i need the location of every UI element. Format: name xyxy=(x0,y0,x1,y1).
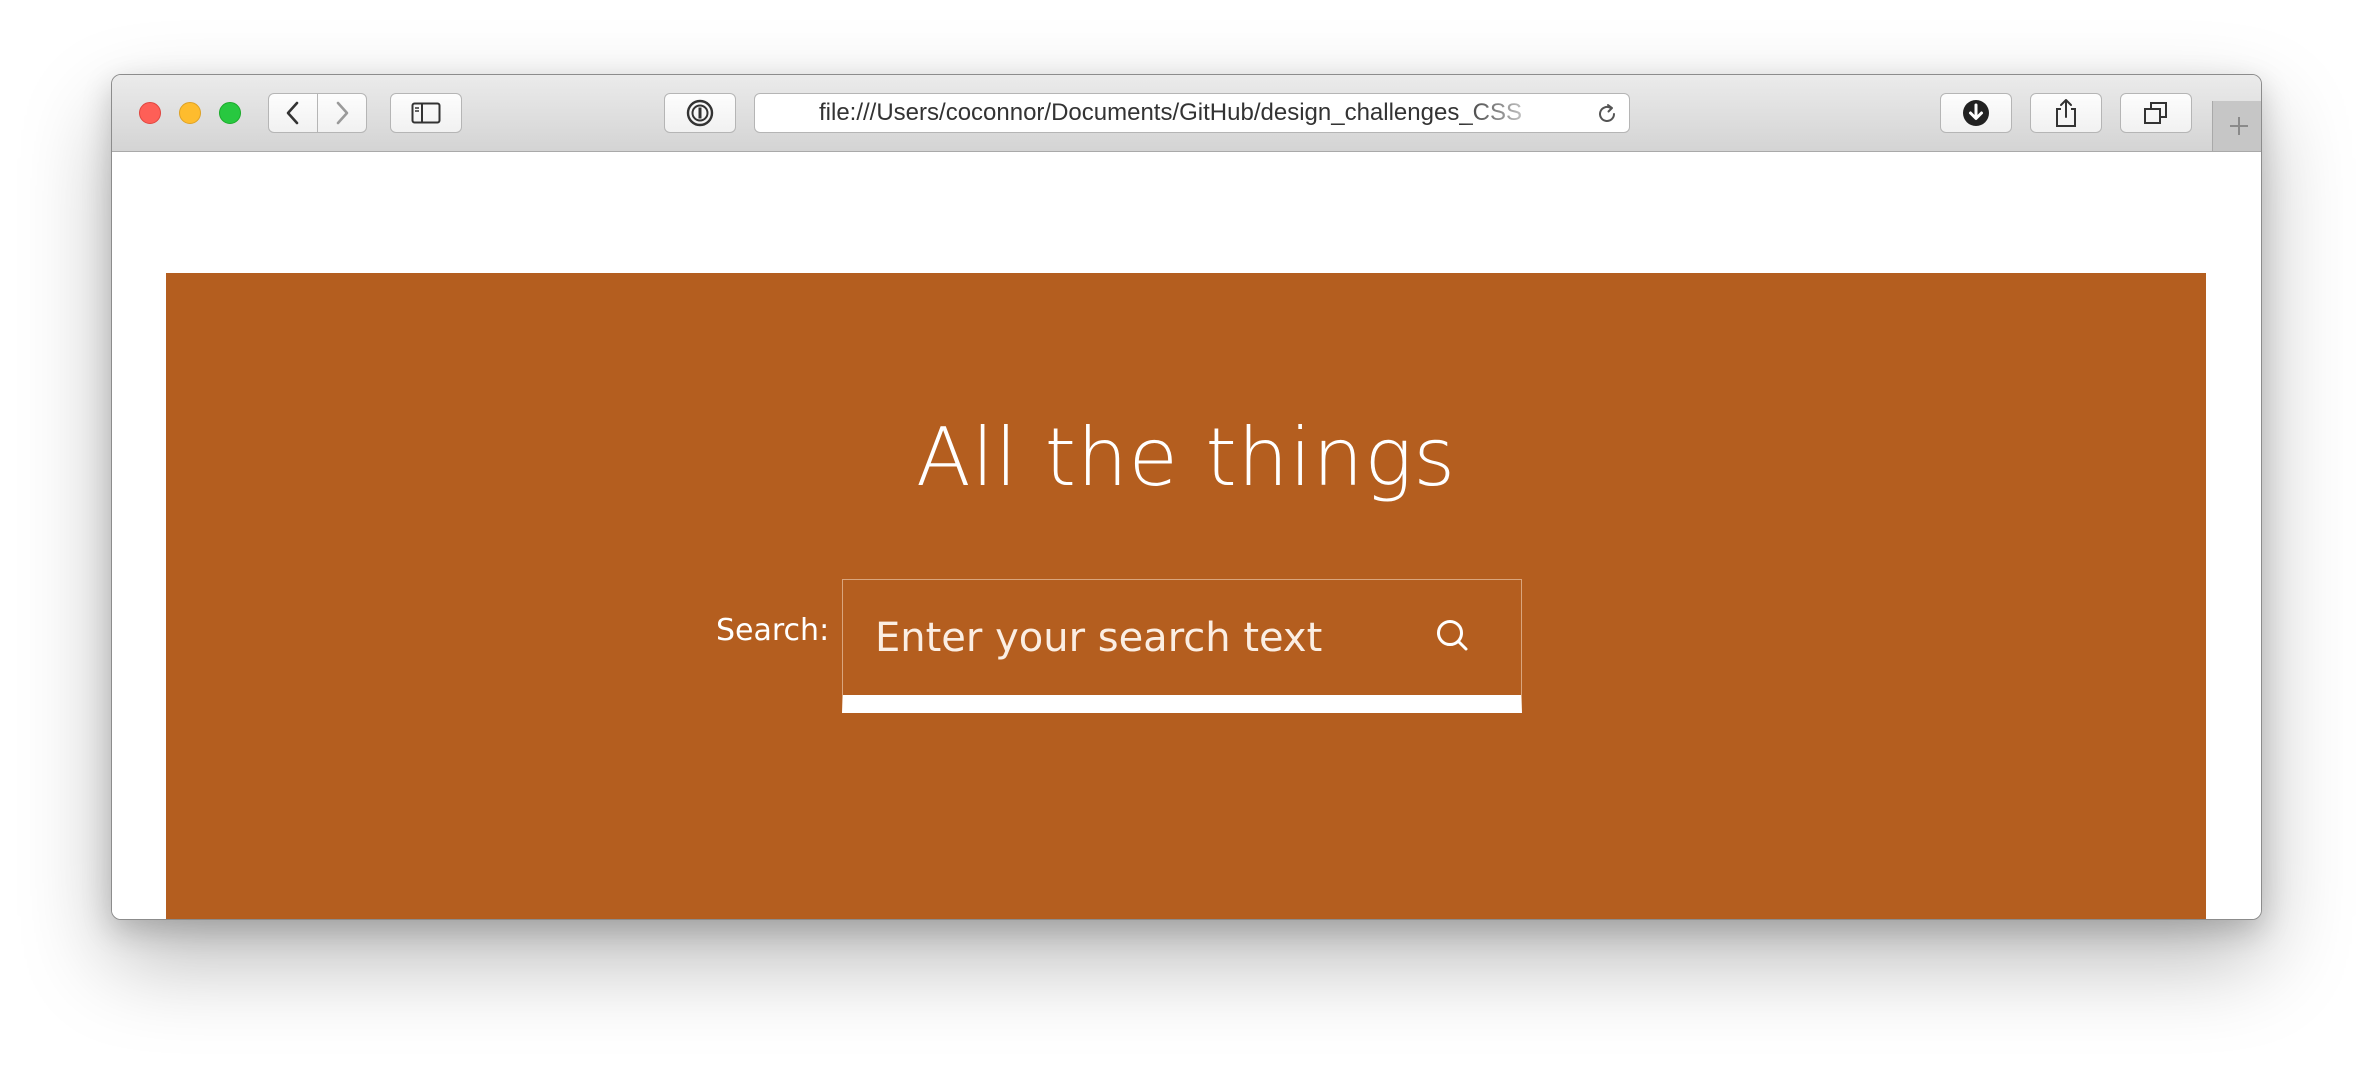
download-icon xyxy=(1963,100,1989,126)
search-box xyxy=(842,579,1522,713)
address-bar[interactable]: file:///Users/coconnor/Documents/GitHub/… xyxy=(754,93,1630,133)
plus-icon xyxy=(2230,117,2248,135)
url-text[interactable]: file:///Users/coconnor/Documents/GitHub/… xyxy=(819,94,1549,132)
maximize-window-button[interactable] xyxy=(219,102,241,124)
minimize-window-button[interactable] xyxy=(179,102,201,124)
reload-icon[interactable] xyxy=(1595,102,1619,126)
browser-window: file:///Users/coconnor/Documents/GitHub/… xyxy=(111,74,2262,920)
1password-icon xyxy=(686,99,714,127)
forward-button[interactable] xyxy=(317,93,367,133)
close-window-button[interactable] xyxy=(139,102,161,124)
tabs-icon xyxy=(2144,102,2167,124)
share-button[interactable] xyxy=(2030,93,2102,133)
back-button[interactable] xyxy=(268,93,318,133)
sidebar-toggle-button[interactable] xyxy=(390,93,462,133)
page-content: All the things Search: xyxy=(112,152,2261,919)
password-manager-button[interactable] xyxy=(664,93,736,133)
page-title: All the things xyxy=(915,411,1456,504)
hero-banner: All the things Search: xyxy=(166,273,2206,919)
search-label: Search: xyxy=(716,613,830,648)
search-input[interactable] xyxy=(875,610,1415,666)
downloads-button[interactable] xyxy=(1940,93,2012,133)
chevron-left-icon xyxy=(286,101,299,125)
chevron-right-icon xyxy=(336,101,349,125)
sidebar-icon xyxy=(411,102,441,124)
new-tab-button[interactable] xyxy=(2212,101,2261,151)
browser-toolbar: file:///Users/coconnor/Documents/GitHub/… xyxy=(112,75,2261,152)
show-tabs-button[interactable] xyxy=(2120,93,2192,133)
search-icon[interactable] xyxy=(1433,616,1473,656)
share-icon xyxy=(2056,99,2076,127)
